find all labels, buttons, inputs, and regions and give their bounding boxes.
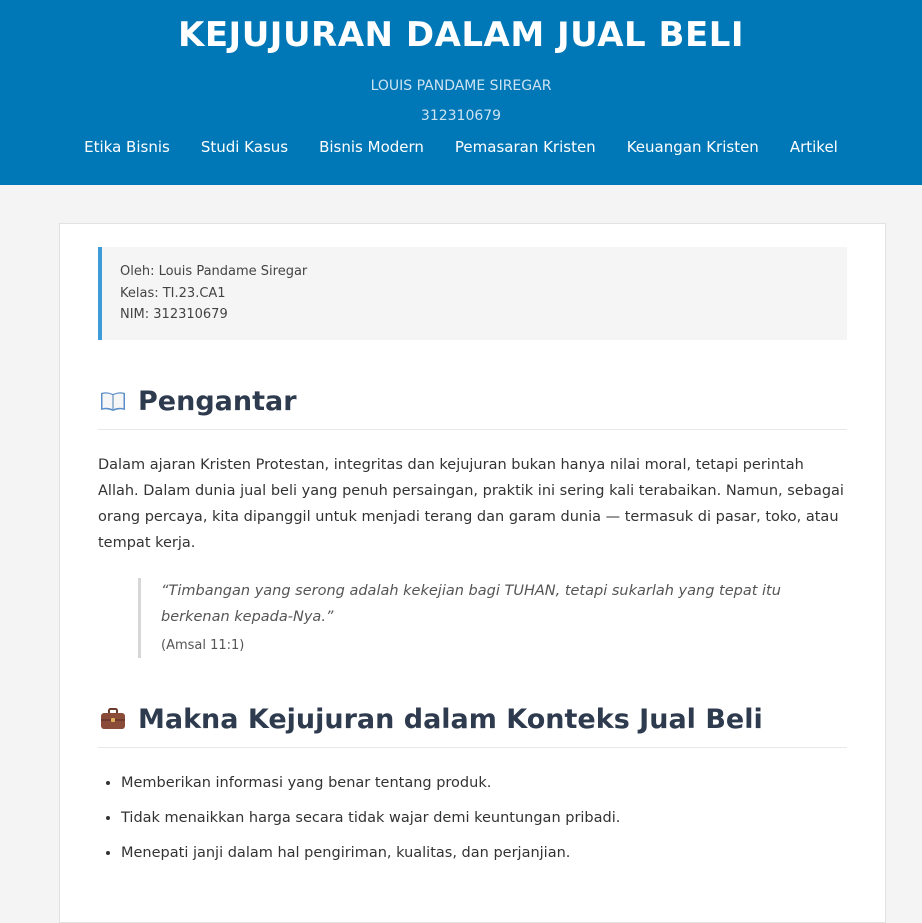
meaning-list: Memberikan informasi yang benar tentang … <box>98 772 847 864</box>
section-title: Pengantar <box>138 385 297 417</box>
quote-reference: (Amsal 11:1) <box>161 637 245 653</box>
list-item: Menepati janji dalam hal pengiriman, kua… <box>121 842 847 864</box>
nav-link-etika-bisnis[interactable]: Etika Bisnis <box>84 136 170 158</box>
quote-text: “Timbangan yang serong adalah kekejian b… <box>161 582 781 625</box>
nav-link-studi-kasus[interactable]: Studi Kasus <box>201 136 288 158</box>
site-title: KEJUJURAN DALAM JUAL BELI <box>177 15 745 55</box>
list-item: Memberikan informasi yang benar tentang … <box>121 772 847 794</box>
briefcase-icon <box>98 704 128 734</box>
nav-link-keuangan-kristen[interactable]: Keuangan Kristen <box>627 136 759 158</box>
intro-paragraph: Dalam ajaran Kristen Protestan, integrit… <box>98 456 844 551</box>
author-name: LOUIS PANDAME SIREGAR <box>370 78 552 94</box>
open-book-icon <box>98 386 128 416</box>
section-heading-pengantar: Pengantar <box>98 386 847 430</box>
nav-link-bisnis-modern[interactable]: Bisnis Modern <box>319 136 424 158</box>
list-item: Tidak menaikkan harga secara tidak wajar… <box>121 807 847 829</box>
info-nim: NIM: 312310679 <box>120 307 228 322</box>
site-header: KEJUJURAN DALAM JUAL BELI LOUIS PANDAME … <box>0 0 922 185</box>
article-card: Oleh: Louis Pandame Siregar Kelas: TI.23… <box>59 223 886 923</box>
section-title: Makna Kejujuran dalam Konteks Jual Beli <box>138 703 763 735</box>
nav-link-artikel[interactable]: Artikel <box>790 136 838 158</box>
info-class: Kelas: TI.23.CA1 <box>120 285 226 301</box>
author-nim: 312310679 <box>420 108 502 124</box>
section-heading-makna: Makna Kejujuran dalam Konteks Jual Beli <box>98 704 847 748</box>
info-author: Oleh: Louis Pandame Siregar <box>120 264 308 279</box>
author-info-box: Oleh: Louis Pandame Siregar Kelas: TI.23… <box>98 247 847 340</box>
main-nav: Etika Bisnis Studi Kasus Bisnis Modern P… <box>0 136 922 158</box>
nav-link-pemasaran-kristen[interactable]: Pemasaran Kristen <box>455 136 596 158</box>
bible-quote: “Timbangan yang serong adalah kekejian b… <box>138 577 807 658</box>
